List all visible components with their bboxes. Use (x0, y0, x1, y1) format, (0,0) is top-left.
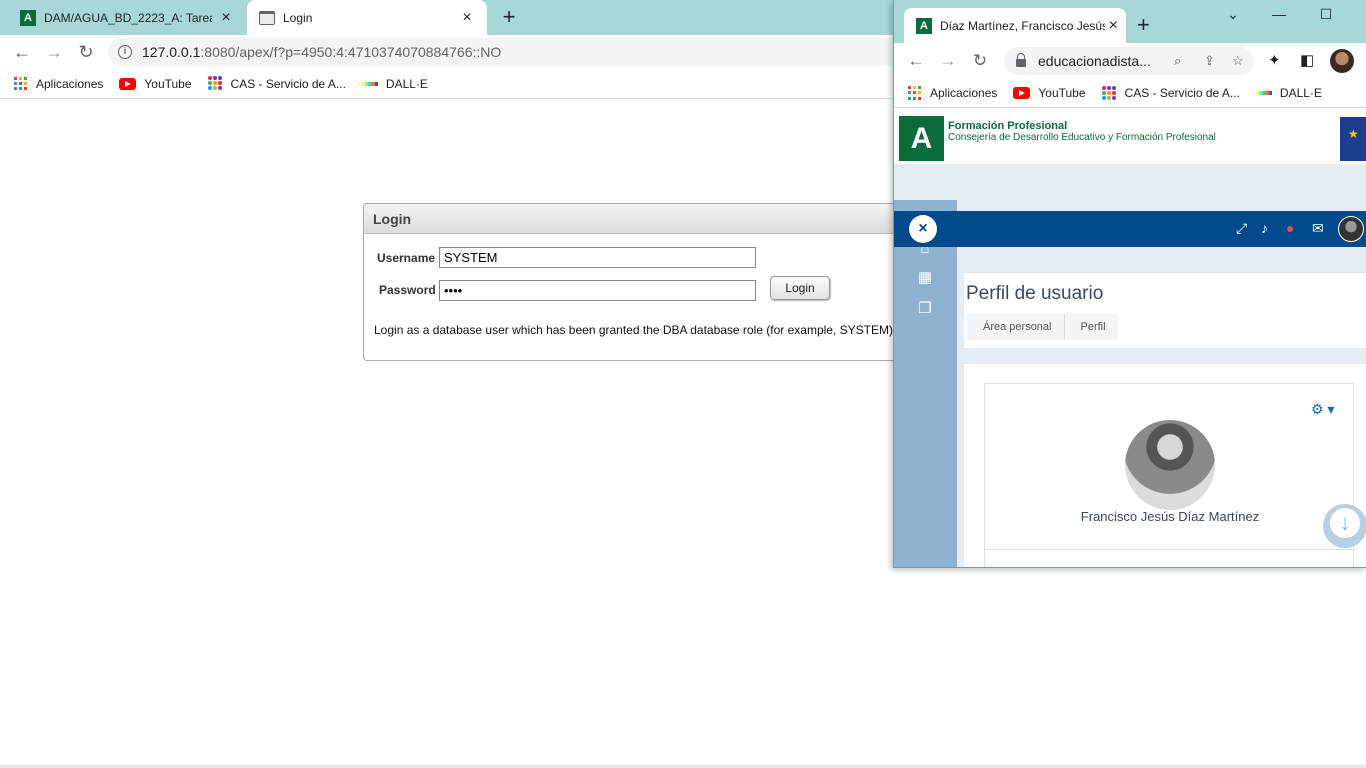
profile-name: Francisco Jesús Díaz Martínez (1080, 509, 1260, 524)
login-region: Login Username Password Login Login as a… (363, 203, 923, 361)
lock-icon (1016, 53, 1026, 67)
breadcrumb-item-perfil[interactable]: Perfil (1063, 314, 1118, 340)
address-bar[interactable]: i 127.0.0.1:8080/apex/f?p=4950:4:4710374… (108, 38, 908, 66)
notifications-bell-icon[interactable]: ♪ (1261, 220, 1268, 236)
close-drawer-button[interactable]: × (909, 215, 937, 243)
address-bar[interactable]: educacionadista... ⌕ ⇪ ☆ (1004, 47, 1254, 75)
minimize-button[interactable]: — (1267, 6, 1291, 26)
junta-andalucia-icon: A (916, 17, 932, 34)
mail-icon[interactable]: ✉ (1312, 220, 1324, 237)
login-button[interactable]: Login (770, 276, 830, 300)
new-tab-button[interactable]: + (497, 6, 521, 30)
page-icon (259, 10, 275, 25)
close-tab-icon[interactable]: × (459, 9, 475, 26)
divider (985, 549, 1355, 550)
bookmark-label: Aplicaciones (930, 86, 998, 100)
scroll-down-button[interactable] (1323, 504, 1366, 548)
apps-grid-icon (908, 86, 922, 100)
site-banner: A Formación Profesional Consejería de De… (894, 109, 1366, 164)
bookmark-label: DALL·E (385, 76, 428, 91)
dalle-icon (361, 81, 378, 86)
profile-avatar[interactable] (1330, 49, 1354, 73)
bookmark-label: YouTube (1038, 86, 1086, 100)
junta-andalucia-logo[interactable]: A (899, 116, 944, 161)
fullscreen-icon[interactable]: ⤢ (1236, 220, 1247, 237)
profile-picture (1125, 420, 1215, 510)
bookmark-youtube[interactable]: YouTube (1013, 86, 1086, 100)
bookmark-cas[interactable]: CAS - Servicio de A... (207, 76, 346, 91)
junta-andalucia-icon: A (20, 9, 36, 26)
username-input[interactable] (439, 247, 756, 268)
page-title: Perfil de usuario (966, 283, 1104, 304)
calendar-icon[interactable]: ▦ (916, 269, 934, 287)
banner-subtitle: Consejería de Desarrollo Educativo y For… (948, 132, 1216, 143)
bookmark-label: CAS - Servicio de A... (1124, 86, 1240, 100)
login-help-text: Login as a database user which has been … (374, 323, 897, 337)
messages-chat-icon[interactable]: ● (1286, 220, 1294, 236)
banner-title: Formación Profesional (948, 120, 1068, 132)
bookmark-apps[interactable]: Aplicaciones (908, 86, 997, 100)
files-icon[interactable]: ❐ (916, 300, 934, 318)
reload-icon[interactable]: ↻ (968, 48, 992, 74)
bookmark-cas[interactable]: CAS - Servicio de A... (1101, 85, 1240, 101)
tab-search-chevron-icon[interactable]: ⌄ (1221, 6, 1245, 26)
gear-icon[interactable]: ⚙ ▾ (1311, 401, 1334, 418)
cas-icon (207, 76, 223, 91)
new-tab-button[interactable]: + (1137, 14, 1150, 36)
tab-title: DAM/AGUA_BD_2223_A: Tarea on (44, 10, 212, 25)
tab-title: Díaz Martínez, Francisco Jesús (940, 18, 1105, 33)
tab-strip: A Díaz Martínez, Francisco Jesús × + ⌄ —… (894, 0, 1366, 43)
browser-toolbar: ← → ↻ educacionadista... ⌕ ⇪ ☆ ✦ ◧ (894, 43, 1366, 79)
forward-icon[interactable]: → (41, 39, 67, 65)
bookmark-star-icon[interactable]: ☆ (1232, 53, 1244, 69)
password-label: Password (379, 283, 436, 297)
eu-flag-logo (1340, 117, 1366, 161)
back-icon[interactable]: ← (9, 39, 35, 65)
tab-title: Login (283, 10, 313, 25)
bookmark-label: DALL·E (1279, 86, 1322, 100)
bookmark-label: CAS - Servicio de A... (230, 76, 346, 91)
tab-profile[interactable]: A Díaz Martínez, Francisco Jesús × (904, 8, 1126, 43)
youtube-icon (119, 77, 137, 90)
close-tab-icon[interactable]: × (218, 9, 234, 26)
zoom-icon[interactable]: ⌕ (1174, 53, 1181, 69)
password-input[interactable] (439, 280, 756, 301)
username-label: Username (377, 251, 436, 265)
moodle-browser-window: A Díaz Martínez, Francisco Jesús × + ⌄ —… (893, 0, 1366, 568)
url-text: educacionadista... (1038, 53, 1151, 69)
moodle-page: ⌂ ▦ ❐ × ⤢ ♪ ● ✉ Perfil de usuario Área p… (894, 164, 1366, 567)
moodle-drawer: ⌂ ▦ ❐ (894, 200, 957, 567)
side-panel-icon[interactable]: ◧ (1300, 51, 1314, 69)
breadcrumb: Área personal Perfil (967, 314, 1118, 340)
breadcrumb-item-area-personal[interactable]: Área personal (967, 314, 1064, 340)
bookmark-label: YouTube (144, 76, 192, 91)
site-info-icon[interactable]: i (118, 45, 132, 59)
apps-grid-icon (14, 76, 28, 91)
tab-moodle-task[interactable]: A DAM/AGUA_BD_2223_A: Tarea on × (8, 0, 246, 35)
page-header: Perfil de usuario Área personal Perfil (964, 272, 1366, 348)
maximize-button[interactable]: ☐ (1314, 6, 1338, 26)
bookmark-dalle[interactable]: DALL·E (361, 76, 428, 91)
tab-login[interactable]: Login × (247, 0, 487, 35)
youtube-icon (1013, 87, 1031, 99)
login-region-title: Login (364, 204, 922, 234)
share-icon[interactable]: ⇪ (1204, 53, 1215, 69)
bookmarks-bar: Aplicaciones YouTube CAS - Servicio de A… (894, 79, 1366, 108)
url-text: 127.0.0.1:8080/apex/f?p=4950:4:471037407… (142, 44, 502, 60)
bookmark-label: Aplicaciones (36, 76, 104, 91)
forward-icon[interactable]: → (936, 48, 960, 74)
user-avatar[interactable] (1338, 216, 1364, 242)
reload-icon[interactable]: ↻ (73, 39, 99, 65)
profile-header: ⚙ ▾ Francisco Jesús Díaz Martínez (984, 383, 1355, 567)
bookmark-apps[interactable]: Aplicaciones (14, 76, 104, 91)
bookmark-youtube[interactable]: YouTube (119, 76, 192, 91)
close-tab-icon[interactable]: × (1109, 17, 1118, 35)
back-icon[interactable]: ← (904, 48, 928, 74)
bookmark-dalle[interactable]: DALL·E (1255, 86, 1322, 100)
extensions-icon[interactable]: ✦ (1268, 51, 1281, 69)
dalle-icon (1255, 91, 1272, 95)
moodle-navbar: × ⤢ ♪ ● ✉ (894, 211, 1366, 247)
cas-icon (1101, 85, 1117, 101)
profile-card: ⚙ ▾ Francisco Jesús Díaz Martínez (964, 364, 1366, 567)
